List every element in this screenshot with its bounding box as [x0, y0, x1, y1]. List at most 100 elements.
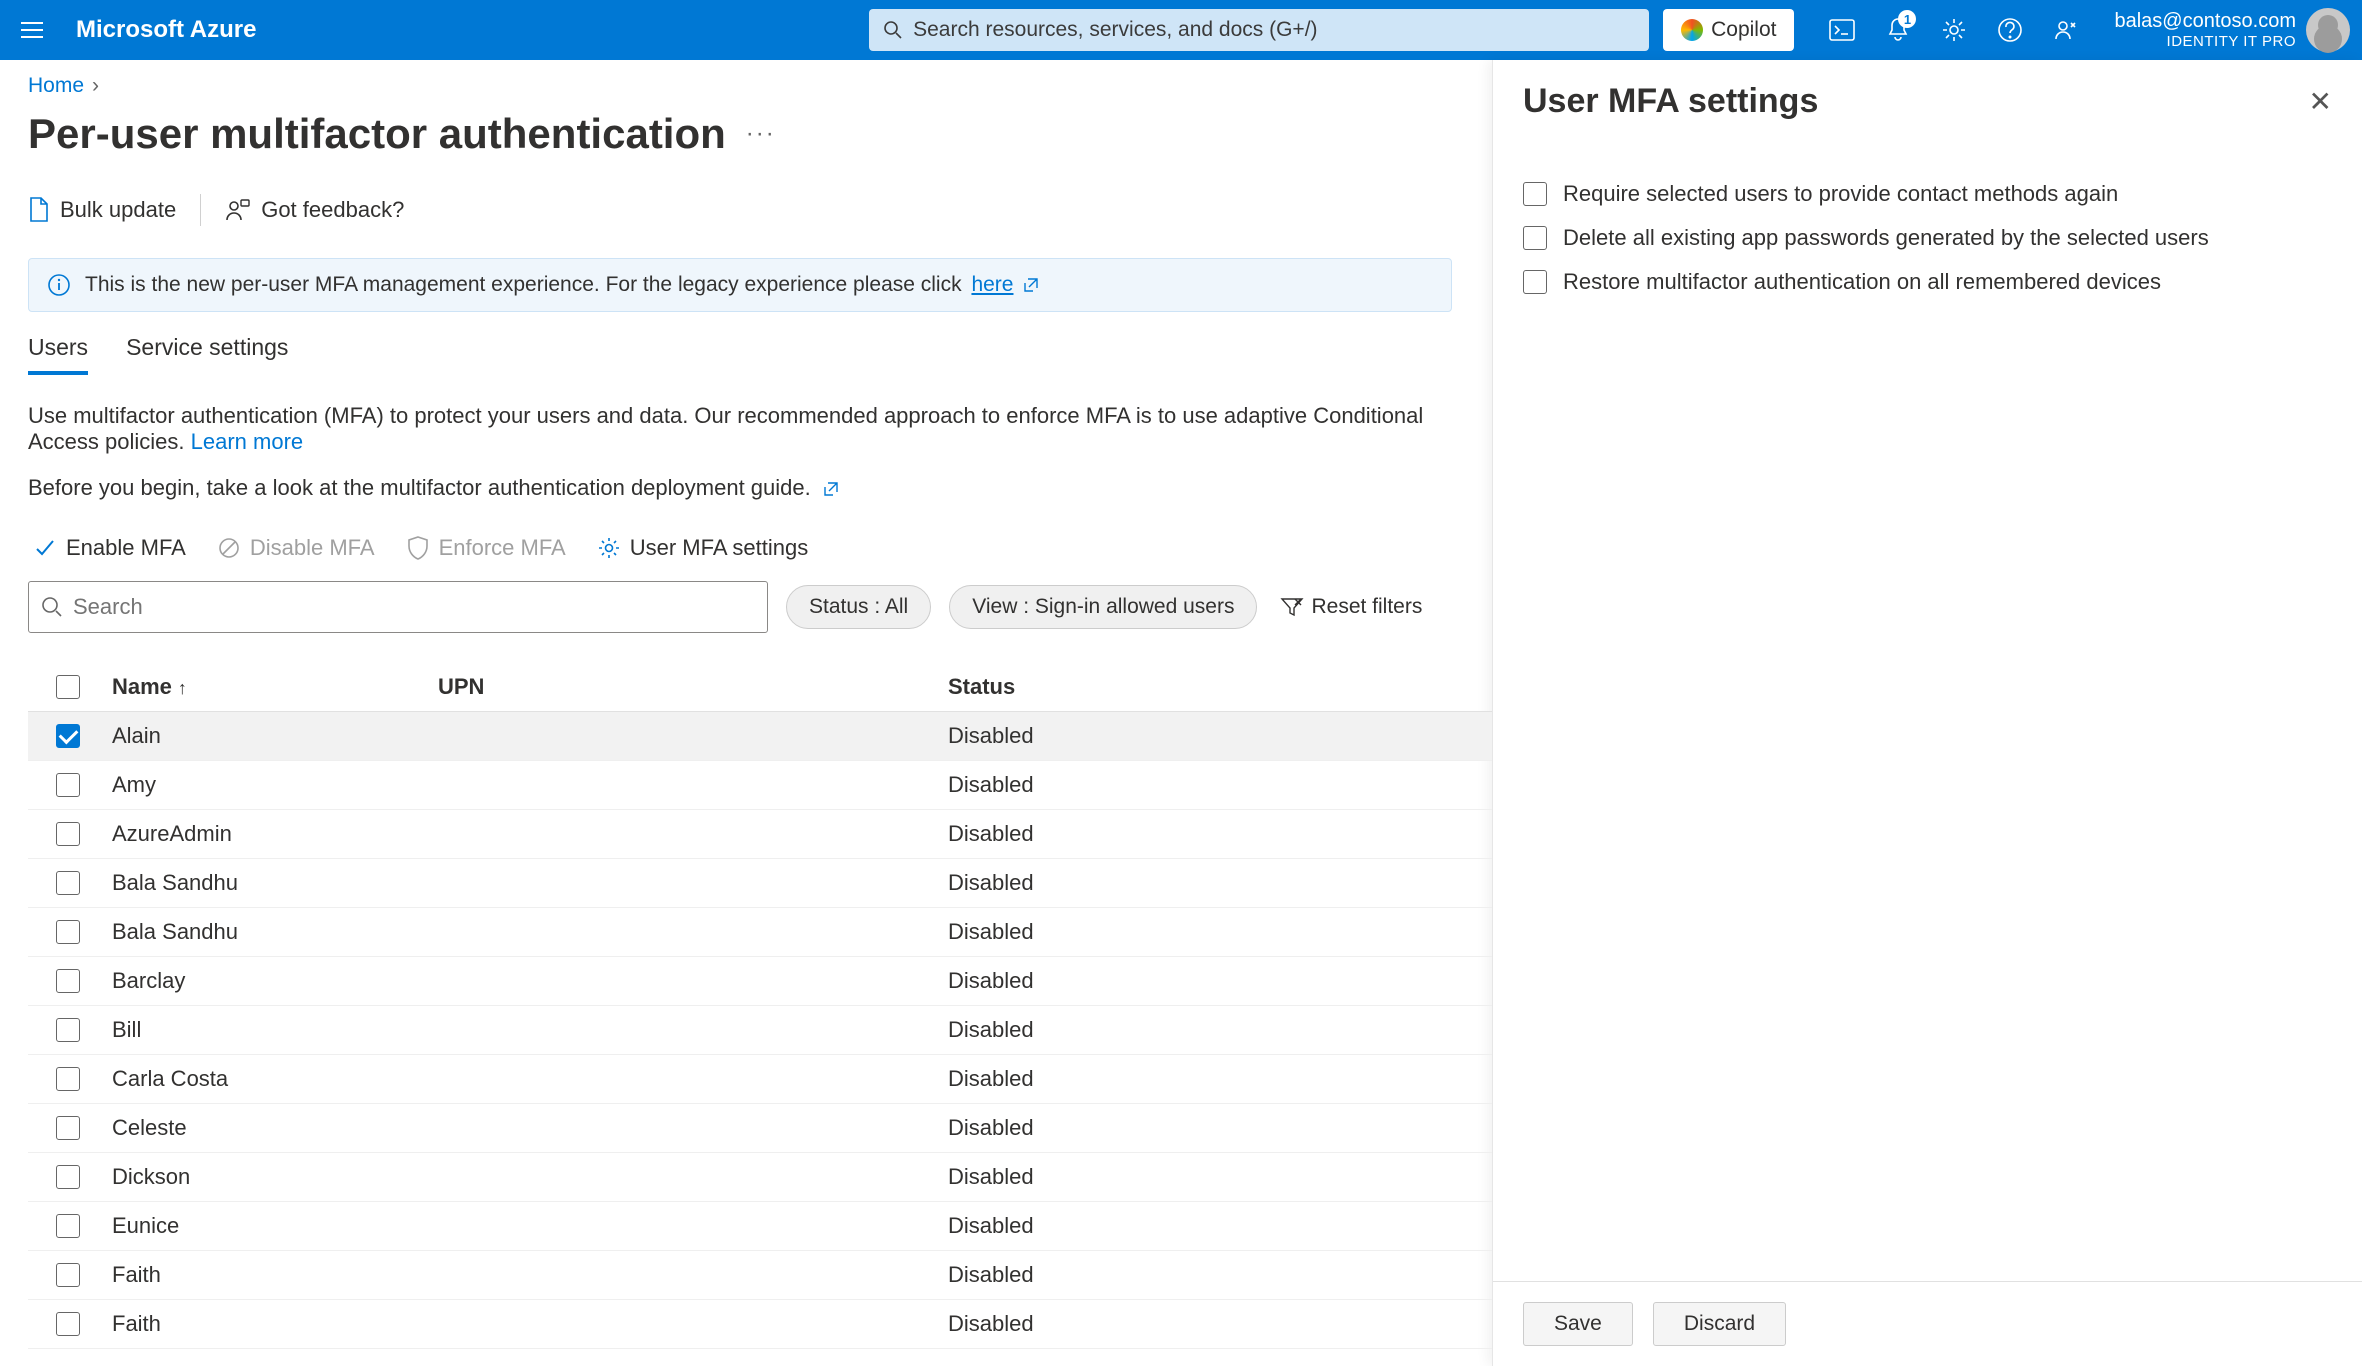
banner-link[interactable]: here — [971, 273, 1013, 296]
feedback-icon[interactable] — [2038, 0, 2094, 60]
tab-service-settings[interactable]: Service settings — [126, 334, 288, 375]
row-name: Eunice — [112, 1213, 179, 1238]
learn-more-link[interactable]: Learn more — [191, 429, 304, 454]
copilot-button[interactable]: Copilot — [1663, 9, 1794, 51]
account-block[interactable]: balas@contoso.com IDENTITY IT PRO — [2114, 10, 2296, 50]
reset-filters-button[interactable]: Reset filters — [1281, 595, 1422, 619]
panel-title: User MFA settings — [1523, 82, 1818, 121]
row-checkbox[interactable] — [56, 773, 80, 797]
topbar: Microsoft Azure Copilot 1 balas@contoso.… — [0, 0, 2362, 60]
topbar-icons: 1 — [1814, 0, 2094, 60]
discard-button[interactable]: Discard — [1653, 1302, 1786, 1346]
avatar[interactable] — [2306, 8, 2350, 52]
table-row[interactable]: FaithDisabled — [28, 1300, 1492, 1349]
cloud-shell-icon[interactable] — [1814, 0, 1870, 60]
bulk-update-label: Bulk update — [60, 197, 176, 223]
header-upn[interactable]: UPN — [438, 674, 484, 699]
close-panel-button[interactable]: ✕ — [2309, 85, 2332, 118]
header-name[interactable]: Name — [112, 674, 172, 699]
user-search-input[interactable] — [73, 594, 755, 620]
table-row[interactable]: AmyDisabled — [28, 761, 1492, 810]
global-search[interactable] — [869, 9, 1649, 51]
row-status: Disabled — [948, 1115, 1034, 1140]
option-delete-app-passwords[interactable]: Delete all existing app passwords genera… — [1523, 225, 2332, 251]
header-status[interactable]: Status — [948, 674, 1015, 699]
row-status: Disabled — [948, 870, 1034, 895]
notification-badge: 1 — [1898, 10, 1916, 28]
table-row[interactable]: Eunice Disabled — [28, 1202, 1492, 1251]
row-name: Barclay — [112, 968, 185, 993]
row-status: Disabled — [948, 1164, 1034, 1189]
notifications-icon[interactable]: 1 — [1870, 0, 1926, 60]
breadcrumb: Home › — [28, 74, 1492, 98]
more-actions-button[interactable]: ··· — [746, 120, 776, 148]
row-checkbox[interactable] — [56, 871, 80, 895]
feedback-button[interactable]: Got feedback? — [225, 197, 404, 223]
check-icon — [34, 537, 56, 559]
checkbox-delete-app-passwords[interactable] — [1523, 226, 1547, 250]
option-restore-mfa[interactable]: Restore multifactor authentication on al… — [1523, 269, 2332, 295]
row-status: Disabled — [948, 1066, 1034, 1091]
row-status: Disabled — [948, 723, 1034, 748]
table-row[interactable]: Bala SandhuDisabled — [28, 908, 1492, 957]
row-checkbox[interactable] — [56, 1067, 80, 1091]
description-1: Use multifactor authentication (MFA) to … — [28, 403, 1492, 455]
table-header-row: Name ↑ UPN Status — [28, 663, 1492, 712]
row-checkbox[interactable] — [56, 1165, 80, 1189]
mfa-action-bar: Enable MFA Disable MFA Enforce MFA User … — [28, 531, 1492, 565]
checkbox-restore-mfa[interactable] — [1523, 270, 1547, 294]
row-checkbox[interactable] — [56, 969, 80, 993]
row-checkbox[interactable] — [56, 822, 80, 846]
breadcrumb-home[interactable]: Home — [28, 74, 84, 98]
table-row[interactable]: FaithDisabled — [28, 1251, 1492, 1300]
main-content: Home › Per-user multifactor authenticati… — [0, 60, 1492, 1366]
table-row[interactable]: Bala SandhuDisabled — [28, 859, 1492, 908]
search-icon — [41, 596, 63, 618]
users-table: Name ↑ UPN Status AlainDisabledAmyDisable… — [28, 663, 1492, 1349]
account-role: IDENTITY IT PRO — [2114, 33, 2296, 50]
sort-asc-icon: ↑ — [178, 678, 187, 698]
row-checkbox[interactable] — [56, 724, 80, 748]
row-checkbox[interactable] — [56, 1214, 80, 1238]
info-icon — [47, 273, 71, 297]
tab-users[interactable]: Users — [28, 334, 88, 375]
row-status: Disabled — [948, 1262, 1034, 1287]
block-icon — [218, 537, 240, 559]
table-row[interactable]: DicksonDisabled — [28, 1153, 1492, 1202]
table-row[interactable]: AlainDisabled — [28, 712, 1492, 761]
global-search-input[interactable] — [913, 18, 1635, 42]
bulk-update-button[interactable]: Bulk update — [28, 197, 176, 223]
brand-label[interactable]: Microsoft Azure — [76, 16, 256, 44]
row-status: Disabled — [948, 1213, 1034, 1238]
user-search-box[interactable] — [28, 581, 768, 633]
option-require-contact[interactable]: Require selected users to provide contac… — [1523, 181, 2332, 207]
feedback-label: Got feedback? — [261, 197, 404, 223]
table-row[interactable]: BillDisabled — [28, 1006, 1492, 1055]
select-all-checkbox[interactable] — [56, 675, 80, 699]
banner-text: This is the new per-user MFA management … — [85, 273, 962, 296]
view-filter-pill[interactable]: View : Sign-in allowed users — [949, 585, 1257, 629]
row-checkbox[interactable] — [56, 1018, 80, 1042]
person-feedback-icon — [225, 198, 251, 222]
help-icon[interactable] — [1982, 0, 2038, 60]
row-name: Bill — [112, 1017, 141, 1042]
status-filter-pill[interactable]: Status : All — [786, 585, 931, 629]
table-row[interactable]: BarclayDisabled — [28, 957, 1492, 1006]
row-checkbox[interactable] — [56, 920, 80, 944]
row-checkbox[interactable] — [56, 1312, 80, 1336]
command-bar: Bulk update Got feedback? — [28, 194, 1492, 226]
table-row[interactable]: Carla CostaDisabled — [28, 1055, 1492, 1104]
hamburger-menu[interactable] — [12, 10, 52, 50]
checkbox-require-contact[interactable] — [1523, 182, 1547, 206]
user-mfa-settings-button[interactable]: User MFA settings — [592, 531, 815, 565]
table-row[interactable]: AzureAdminDisabled — [28, 810, 1492, 859]
table-row[interactable]: Celeste Disabled — [28, 1104, 1492, 1153]
row-name: Celeste — [112, 1115, 187, 1140]
deployment-guide-link[interactable]: multifactor authentication deployment gu… — [380, 475, 810, 500]
row-checkbox[interactable] — [56, 1116, 80, 1140]
enable-mfa-button[interactable]: Enable MFA — [28, 531, 192, 565]
enforce-mfa-button: Enforce MFA — [401, 531, 572, 565]
row-checkbox[interactable] — [56, 1263, 80, 1287]
settings-icon[interactable] — [1926, 0, 1982, 60]
save-button[interactable]: Save — [1523, 1302, 1633, 1346]
